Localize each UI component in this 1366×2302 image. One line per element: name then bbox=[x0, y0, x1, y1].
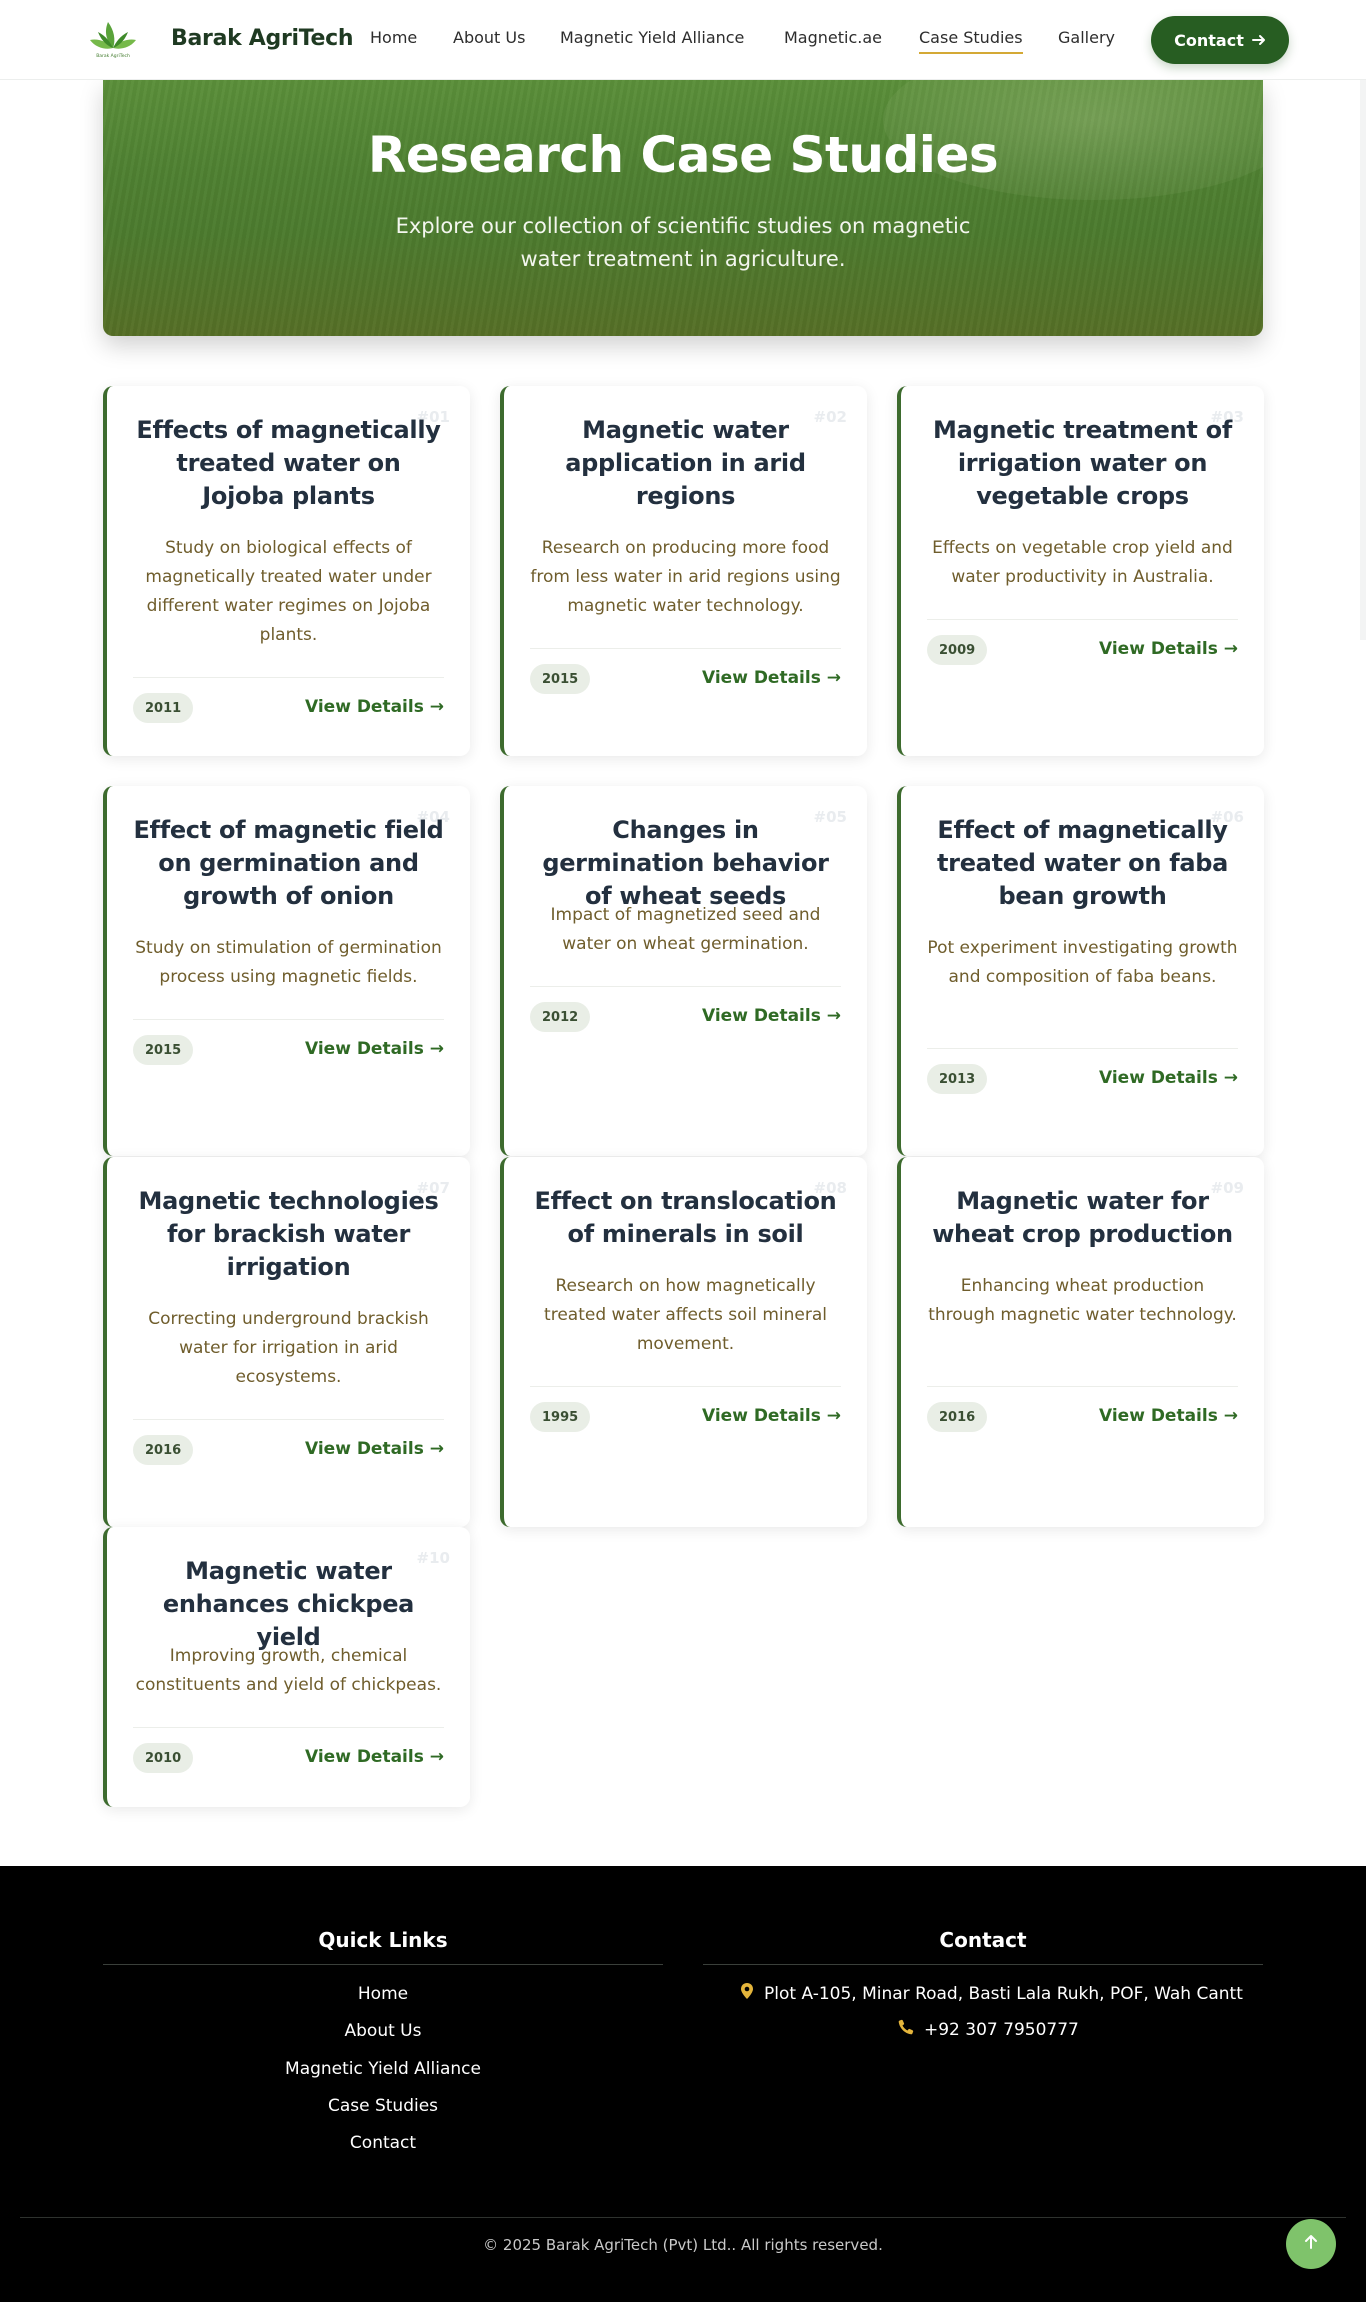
card-divider bbox=[530, 1386, 841, 1387]
footer-link-magnetic-yield-alliance[interactable]: Magnetic Yield Alliance bbox=[103, 2059, 663, 2079]
scroll-to-top-button[interactable] bbox=[1286, 2219, 1336, 2269]
leaf-logo-icon[interactable]: Barak AgriTech bbox=[88, 18, 138, 60]
card-title: Changes in germination behavior of wheat… bbox=[542, 816, 829, 910]
case-study-card: #04 Effect of magnetic field on germinat… bbox=[103, 786, 470, 1156]
footer-link-about-us[interactable]: About Us bbox=[103, 2021, 663, 2041]
year-badge: 2015 bbox=[133, 1035, 194, 1065]
card-divider bbox=[133, 1019, 444, 1020]
card-title: Effect of magnetic field on germination … bbox=[133, 816, 444, 910]
card-description: Effects on vegetable crop yield and wate… bbox=[932, 538, 1233, 587]
year-badge: 2013 bbox=[927, 1064, 988, 1094]
card-divider bbox=[133, 1419, 444, 1420]
card-divider bbox=[530, 986, 841, 987]
card-title: Effect on translocation of minerals in s… bbox=[534, 1187, 837, 1248]
footer-phone[interactable]: +92 307 7950777 bbox=[898, 2019, 1079, 2040]
contact-rule bbox=[703, 1964, 1263, 1965]
card-description: Correcting underground brackish water fo… bbox=[148, 1309, 429, 1387]
card-title: Magnetic water for wheat crop production bbox=[932, 1187, 1233, 1248]
view-details-link[interactable]: View Details → bbox=[305, 697, 444, 717]
year-badge: 2009 bbox=[927, 635, 988, 665]
year-badge: 2015 bbox=[530, 664, 591, 694]
nav-home[interactable]: Home bbox=[370, 28, 417, 47]
view-details-link[interactable]: View Details → bbox=[1099, 639, 1238, 659]
card-divider bbox=[530, 648, 841, 649]
card-description: Research on how magnetically treated wat… bbox=[544, 1276, 827, 1354]
case-study-card: #10 Magnetic water enhances chickpea yie… bbox=[103, 1527, 470, 1807]
card-title: Magnetic water enhances chickpea yield bbox=[162, 1557, 415, 1651]
view-details-link[interactable]: View Details → bbox=[305, 1747, 444, 1767]
arrow-up-icon bbox=[1304, 2234, 1318, 2254]
case-study-card: #09 Magnetic water for wheat crop produc… bbox=[897, 1157, 1264, 1527]
card-description: Pot experiment investigating growth and … bbox=[927, 938, 1238, 987]
card-divider bbox=[927, 1386, 1238, 1387]
card-description: Research on producing more food from les… bbox=[530, 538, 841, 616]
arrow-right-icon bbox=[1251, 31, 1266, 50]
address-text: Plot A-105, Minar Road, Basti Lala Rukh,… bbox=[764, 1983, 1243, 2004]
card-title: Effects of magnetically treated water on… bbox=[136, 416, 441, 510]
year-badge: 1995 bbox=[530, 1402, 591, 1432]
view-details-link[interactable]: View Details → bbox=[1099, 1406, 1238, 1426]
case-study-card: #08 Effect on translocation of minerals … bbox=[500, 1157, 867, 1527]
card-divider bbox=[133, 1727, 444, 1728]
view-details-link[interactable]: View Details → bbox=[702, 1006, 841, 1026]
card-description: Study on stimulation of germination proc… bbox=[135, 938, 442, 987]
year-badge: 2016 bbox=[927, 1402, 988, 1432]
contact-button[interactable]: Contact bbox=[1151, 16, 1289, 64]
case-study-card: #03 Magnetic treatment of irrigation wat… bbox=[897, 386, 1264, 756]
view-details-link[interactable]: View Details → bbox=[702, 1406, 841, 1426]
page-title: Research Case Studies bbox=[367, 126, 999, 184]
case-study-card: #07 Magnetic technologies for brackish w… bbox=[103, 1157, 470, 1527]
view-details-link[interactable]: View Details → bbox=[305, 1439, 444, 1459]
card-divider bbox=[133, 677, 444, 678]
nav-gallery[interactable]: Gallery bbox=[1058, 28, 1115, 47]
hero-banner: Research Case Studies Explore our collec… bbox=[103, 80, 1263, 336]
page-subtitle: Explore our collection of scientific stu… bbox=[395, 214, 971, 271]
copyright-text: © 2025 Barak AgriTech (Pvt) Ltd.. All ri… bbox=[483, 2236, 883, 2254]
brand-name[interactable]: Barak AgriTech bbox=[171, 26, 354, 51]
card-description: Improving growth, chemical constituents … bbox=[135, 1646, 442, 1695]
card-title: Magnetic technologies for brackish water… bbox=[138, 1187, 439, 1281]
case-study-card: #05 Changes in germination behavior of w… bbox=[500, 786, 867, 1156]
year-badge: 2016 bbox=[133, 1435, 194, 1465]
nav-magnetic-yield-alliance[interactable]: Magnetic Yield Alliance bbox=[560, 28, 744, 47]
footer-link-home[interactable]: Home bbox=[103, 1984, 663, 2004]
map-pin-icon bbox=[740, 1982, 754, 2005]
nav-magnetic-ae[interactable]: Magnetic.ae bbox=[784, 28, 882, 47]
footer-address: Plot A-105, Minar Road, Basti Lala Rukh,… bbox=[740, 1982, 1243, 2005]
nav-about-us[interactable]: About Us bbox=[453, 28, 525, 47]
view-details-link[interactable]: View Details → bbox=[702, 668, 841, 688]
card-description: Enhancing wheat production through magne… bbox=[928, 1276, 1237, 1325]
year-badge: 2012 bbox=[530, 1002, 591, 1032]
card-divider bbox=[927, 619, 1238, 620]
quick-links-heading: Quick Links bbox=[318, 1928, 448, 1952]
contact-heading: Contact bbox=[939, 1928, 1027, 1952]
logo-wordmark: Barak AgriTech bbox=[96, 53, 130, 59]
case-study-card: #06 Effect of magnetically treated water… bbox=[897, 786, 1264, 1156]
nav-case-studies[interactable]: Case Studies bbox=[919, 28, 1023, 54]
contact-button-label: Contact bbox=[1174, 30, 1244, 50]
view-details-link[interactable]: View Details → bbox=[1099, 1068, 1238, 1088]
case-study-card: #02 Magnetic water application in arid r… bbox=[500, 386, 867, 756]
card-title: Magnetic water application in arid regio… bbox=[565, 416, 806, 510]
card-divider bbox=[927, 1048, 1238, 1049]
card-description: Impact of magnetized seed and water on w… bbox=[550, 905, 821, 954]
card-title: Effect of magnetically treated water on … bbox=[936, 816, 1229, 910]
card-title: Magnetic treatment of irrigation water o… bbox=[933, 416, 1232, 510]
case-study-card: #01 Effects of magnetically treated wate… bbox=[103, 386, 470, 756]
year-badge: 2010 bbox=[133, 1743, 194, 1773]
phone-icon bbox=[898, 2019, 914, 2040]
footer-link-contact[interactable]: Contact bbox=[103, 2133, 663, 2153]
phone-text: +92 307 7950777 bbox=[924, 2019, 1079, 2040]
quick-links-rule bbox=[103, 1964, 663, 1965]
scroll-edge bbox=[1360, 80, 1366, 640]
view-details-link[interactable]: View Details → bbox=[305, 1039, 444, 1059]
footer-divider bbox=[20, 2217, 1346, 2218]
top-navbar: Barak AgriTech Barak AgriTech Home About… bbox=[0, 0, 1366, 80]
footer-link-case-studies[interactable]: Case Studies bbox=[103, 2096, 663, 2116]
card-description: Study on biological effects of magnetica… bbox=[145, 538, 432, 645]
year-badge: 2011 bbox=[133, 693, 194, 723]
